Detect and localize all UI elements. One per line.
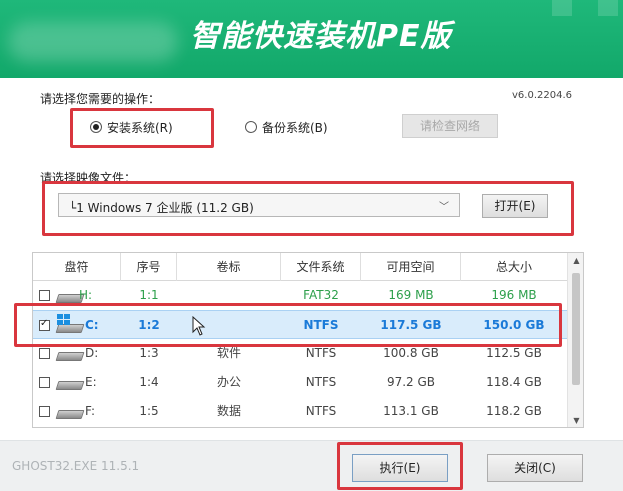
cell-label: 数据 (216, 404, 241, 418)
app-title: 智能快速装机PE版 (190, 19, 452, 54)
table-row[interactable]: F: 1:5 数据 NTFS 113.1 GB 118.2 GB (33, 397, 567, 426)
col-free: 可用空间 (361, 253, 461, 281)
cell-drive: E: (85, 375, 97, 389)
table-row[interactable]: E: 1:4 办公 NTFS 97.2 GB 118.4 GB (33, 368, 567, 397)
cell-free: 97.2 GB (386, 375, 436, 389)
close-window-button[interactable] (598, 0, 618, 16)
col-total: 总大小 (495, 260, 532, 274)
col-label: 卷标 (177, 253, 281, 281)
backup-radio[interactable] (245, 121, 257, 133)
execute-button[interactable]: 执行(E) (352, 454, 448, 482)
cell-index: 1:4 (139, 375, 159, 389)
minimize-button[interactable] (552, 0, 572, 16)
col-fs: 文件系统 (281, 253, 361, 281)
selected-row-highlight-box (14, 303, 562, 347)
row-checkbox[interactable] (39, 348, 50, 359)
mouse-cursor-icon (192, 316, 206, 336)
cell-index: 1:5 (139, 404, 159, 418)
install-radio-label[interactable]: 安装系统(R) (107, 119, 173, 136)
row-checkbox[interactable] (39, 290, 50, 301)
table-scrollbar[interactable]: ▲ ▼ (567, 253, 583, 427)
operation-label: 请选择您需要的操作： (40, 92, 161, 106)
app-header: 智能快速装机PE版 (0, 0, 623, 78)
row-checkbox[interactable] (39, 377, 50, 388)
col-index: 序号 (121, 253, 177, 281)
cell-label: 办公 (216, 375, 241, 389)
chevron-down-icon: ﹀ (439, 202, 449, 213)
scroll-down-icon[interactable]: ▼ (568, 413, 583, 427)
table-header: 盘符 序号 卷标 文件系统 可用空间 总大小 (33, 253, 567, 281)
cell-fs: NTFS (305, 404, 337, 418)
close-button[interactable]: 关闭(C) (487, 454, 583, 482)
row-checkbox[interactable] (39, 406, 50, 417)
image-select-value: └1 Windows 7 企业版 (11.2 GB) (69, 201, 254, 215)
image-select[interactable]: └1 Windows 7 企业版 (11.2 GB) ﹀ (58, 193, 460, 217)
drive-icon (57, 407, 83, 418)
drive-icon (57, 378, 83, 389)
ghost-version-text: GHOST32.EXE 11.5.1 (12, 459, 140, 473)
drive-icon (57, 349, 83, 360)
open-button[interactable]: 打开(E) (482, 194, 548, 218)
logo-blurred (8, 22, 178, 62)
version-text: v6.0.2204.6 (512, 90, 572, 101)
cell-drive: F: (85, 404, 96, 418)
backup-radio-label[interactable]: 备份系统(B) (262, 119, 328, 136)
cell-total: 118.4 GB (486, 375, 542, 389)
cell-free: 113.1 GB (383, 404, 439, 418)
cell-fs: NTFS (305, 375, 337, 389)
check-network-button[interactable]: 请检查网络 (402, 114, 498, 138)
install-radio[interactable] (90, 121, 102, 133)
cell-total: 118.2 GB (486, 404, 542, 418)
scroll-up-icon[interactable]: ▲ (568, 253, 583, 269)
scroll-thumb[interactable] (572, 273, 580, 385)
col-drive: 盘符 (33, 253, 121, 281)
